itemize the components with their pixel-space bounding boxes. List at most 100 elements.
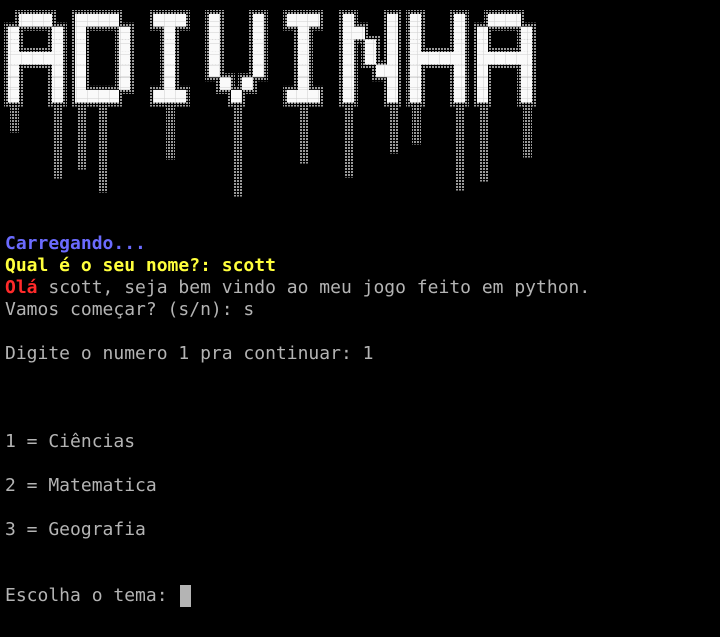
banner-letter-block bbox=[75, 14, 86, 27]
banner-drip bbox=[456, 102, 465, 191]
option-ciencias: 1 = Ciências bbox=[5, 431, 136, 452]
banner-letter-block bbox=[164, 77, 175, 90]
banner-letter-block bbox=[164, 51, 175, 65]
theme-prompt-line[interactable]: Escolha o tema: bbox=[5, 585, 191, 607]
banner-letter-block bbox=[387, 77, 398, 90]
banner-letter-block bbox=[499, 51, 510, 65]
banner-letter-block bbox=[41, 51, 52, 65]
banner-letter-block bbox=[75, 51, 86, 65]
banner-letter-block bbox=[164, 14, 175, 27]
banner-letter-block bbox=[75, 89, 86, 103]
banner-drip bbox=[300, 102, 309, 164]
banner-letter-block bbox=[421, 51, 432, 65]
banner-letter-block bbox=[488, 14, 499, 27]
banner-letter-block bbox=[410, 39, 421, 52]
banner-letter-block bbox=[119, 64, 130, 78]
banner-letter-block bbox=[477, 51, 488, 65]
banner-letter-block bbox=[309, 89, 320, 103]
banner-letter-block bbox=[108, 89, 119, 103]
banner-letter-block bbox=[298, 64, 309, 78]
banner-drip bbox=[233, 102, 242, 197]
banner-letter-block bbox=[253, 14, 264, 27]
banner-letter-block bbox=[164, 39, 175, 52]
banner-letter-block bbox=[298, 51, 309, 65]
banner-letter-block bbox=[365, 51, 376, 65]
banner-drip bbox=[345, 102, 354, 178]
banner-letter-block bbox=[387, 26, 398, 40]
banner-letter-block bbox=[410, 26, 421, 40]
banner-letter-block bbox=[298, 14, 309, 27]
banner-letter-block bbox=[309, 14, 320, 27]
banner-letter-block bbox=[253, 64, 264, 78]
banner-letter-block bbox=[376, 64, 387, 78]
banner-letter-block bbox=[97, 89, 108, 103]
banner-letter-block bbox=[52, 89, 63, 103]
banner-letter-block bbox=[8, 89, 19, 103]
banner-letter-block bbox=[41, 14, 52, 27]
banner-letter-block bbox=[499, 14, 510, 27]
banner-letter-block bbox=[175, 14, 186, 27]
banner-letter-block bbox=[52, 39, 63, 52]
text-cursor[interactable] bbox=[179, 585, 191, 607]
banner-letter-block bbox=[298, 89, 309, 103]
banner-letter-block bbox=[387, 14, 398, 27]
banner-letter-block bbox=[75, 64, 86, 78]
banner-letter-block bbox=[52, 77, 63, 90]
banner-letter-block bbox=[454, 77, 465, 90]
loading-text: Carregando... bbox=[5, 233, 146, 254]
banner-letter-block bbox=[454, 64, 465, 78]
banner-letter-block bbox=[8, 64, 19, 78]
banner-letter-block bbox=[410, 77, 421, 90]
banner-letter-block bbox=[164, 64, 175, 78]
banner-letter-block bbox=[253, 51, 264, 65]
banner-letter-block bbox=[8, 26, 19, 40]
banner-letter-block bbox=[19, 51, 30, 65]
banner-letter-block bbox=[387, 89, 398, 103]
banner-drip bbox=[166, 102, 175, 160]
banner-drip bbox=[99, 102, 108, 193]
ascii-art-banner bbox=[4, 10, 536, 197]
banner-letter-block bbox=[510, 51, 521, 65]
banner-letter-block bbox=[119, 26, 130, 40]
banner-letter-block bbox=[153, 14, 164, 27]
banner-letter-block bbox=[209, 51, 220, 65]
banner-letter-block bbox=[30, 51, 41, 65]
banner-letter-block bbox=[410, 89, 421, 103]
banner-letter-block bbox=[477, 77, 488, 90]
banner-letter-block bbox=[108, 14, 119, 27]
banner-letter-block bbox=[8, 51, 19, 65]
greeting-line: Olá scott, seja bem vindo ao meu jogo fe… bbox=[5, 277, 590, 299]
banner-letter-block bbox=[287, 14, 298, 27]
banner-letter-block bbox=[365, 39, 376, 52]
banner-letter-block bbox=[52, 51, 63, 65]
option-geografia: 3 = Geografia bbox=[5, 519, 146, 540]
banner-letter-block bbox=[477, 39, 488, 52]
name-prompt-line: Qual é o seu nome?: scott bbox=[5, 255, 276, 276]
greeting-hello: Olá bbox=[5, 277, 38, 298]
banner-letter-block bbox=[521, 39, 532, 52]
banner-letter-block bbox=[387, 64, 398, 78]
banner-letter-block bbox=[253, 39, 264, 52]
banner-letter-block bbox=[119, 51, 130, 65]
banner-letter-block bbox=[432, 51, 443, 65]
banner-letter-block bbox=[164, 26, 175, 40]
banner-letter-block bbox=[298, 77, 309, 90]
banner-letter-block bbox=[387, 39, 398, 52]
banner-letter-block bbox=[52, 26, 63, 40]
banner-letter-block bbox=[253, 26, 264, 40]
banner-letter-block bbox=[52, 64, 63, 78]
banner-letter-block bbox=[209, 39, 220, 52]
banner-drip bbox=[54, 102, 63, 179]
banner-letter-block bbox=[97, 14, 108, 27]
banner-letter-block bbox=[343, 64, 354, 78]
banner-letter-block bbox=[298, 26, 309, 40]
banner-letter-block bbox=[343, 39, 354, 52]
banner-letter-block bbox=[75, 39, 86, 52]
banner-letter-block bbox=[86, 14, 97, 27]
banner-letter-block bbox=[298, 39, 309, 52]
banner-letter-block bbox=[19, 14, 30, 27]
banner-letter-block bbox=[119, 77, 130, 90]
banner-letter-block bbox=[477, 26, 488, 40]
banner-drip bbox=[523, 102, 532, 158]
banner-letter-block bbox=[510, 14, 521, 27]
